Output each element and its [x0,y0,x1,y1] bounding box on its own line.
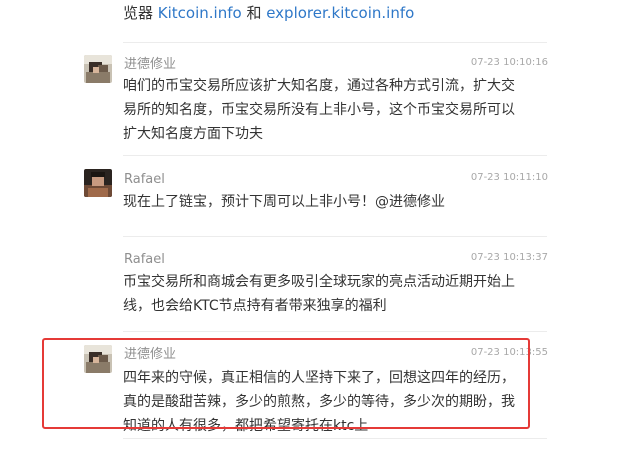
message-timestamp: 07-23 10:13:55 [470,347,548,358]
user-avatar-icon[interactable] [84,55,112,83]
message-text: 现在上了链宝，预计下周可以上非小号！@进德修业 [123,194,445,210]
message-timestamp: 07-23 10:10:16 [470,57,548,68]
message-divider [123,438,547,439]
sender-name[interactable]: 进德修业 [124,347,176,363]
message-timestamp: 07-23 10:11:10 [470,172,548,183]
user-avatar-icon[interactable] [84,345,112,373]
sender-name[interactable]: 进德修业 [124,57,176,73]
tail-middle: 和 [241,4,267,22]
message-divider [123,42,547,43]
chat-panel: 览器 Kitcoin.info 和 explorer.kitcoin.info … [0,0,622,453]
kitcoin-link[interactable]: Kitcoin.info [158,4,242,22]
user-avatar-icon[interactable] [84,169,112,197]
sender-name[interactable]: Rafael [124,172,165,188]
message-divider [123,236,547,237]
message-text: 四年来的守候，真正相信的人坚持下来了，回想这四年的经历，真的是酸甜苦辣，多少的煎… [123,370,515,434]
explorer-link[interactable]: explorer.kitcoin.info [266,4,414,22]
message-text: 咱们的币宝交易所应该扩大知名度，通过各种方式引流，扩大交易所的知名度，币宝交易所… [123,78,515,142]
tail-prefix: 览器 [123,4,158,22]
sender-name[interactable]: Rafael [124,252,165,268]
previous-message-tail: 览器 Kitcoin.info 和 explorer.kitcoin.info [123,3,414,23]
message-divider [123,331,547,332]
message-divider [123,155,547,156]
message-text: 币宝交易所和商城会有更多吸引全球玩家的亮点活动近期开始上线，也会给KTC节点持有… [123,274,515,314]
message-timestamp: 07-23 10:13:37 [470,252,548,263]
